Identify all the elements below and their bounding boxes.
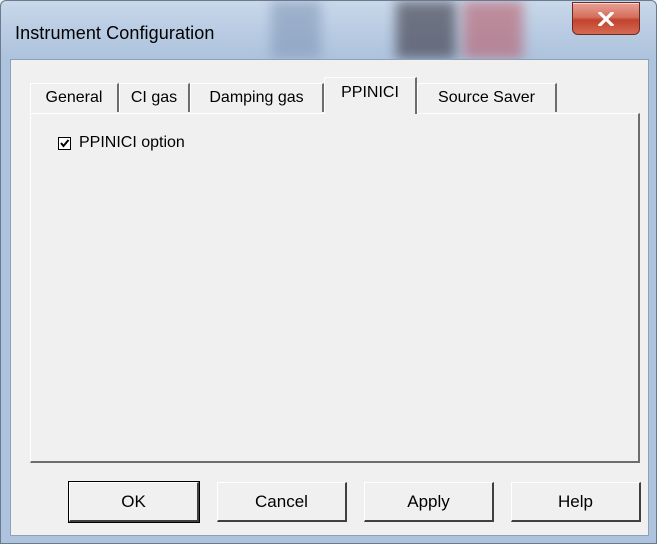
ok-button[interactable]: OK [68,481,200,523]
checkbox-box[interactable] [58,136,71,150]
tab-label: PPINICI [341,84,399,101]
tab-label: Source Saver [438,89,535,106]
close-button[interactable] [572,2,640,35]
tab-damping-gas[interactable]: Damping gas [190,83,324,112]
checkmark-icon [60,138,70,148]
tab-panel-ppinici: PPINICI option [30,113,640,463]
dialog-client-area: General CI gas Damping gas PPINICI Sourc… [10,59,649,536]
title-bar[interactable]: Instrument Configuration [1,1,656,59]
tab-ppinici[interactable]: PPINICI [324,77,417,114]
tab-label: CI gas [130,89,178,106]
ppinici-option-checkbox[interactable]: PPINICI option [58,134,185,152]
dialog-window: Instrument Configuration General CI gas … [0,0,657,544]
close-icon [598,11,614,26]
tab-label: Damping gas [209,89,304,106]
apply-button[interactable]: Apply [364,482,494,522]
tab-ci-gas[interactable]: CI gas [119,83,190,112]
help-button[interactable]: Help [511,482,641,522]
checkbox-label: PPINICI option [79,134,185,151]
cancel-button[interactable]: Cancel [217,482,347,522]
tab-label: General [45,89,103,106]
tab-general[interactable]: General [30,83,119,112]
tab-source-saver[interactable]: Source Saver [417,83,557,112]
window-title: Instrument Configuration [15,23,215,43]
